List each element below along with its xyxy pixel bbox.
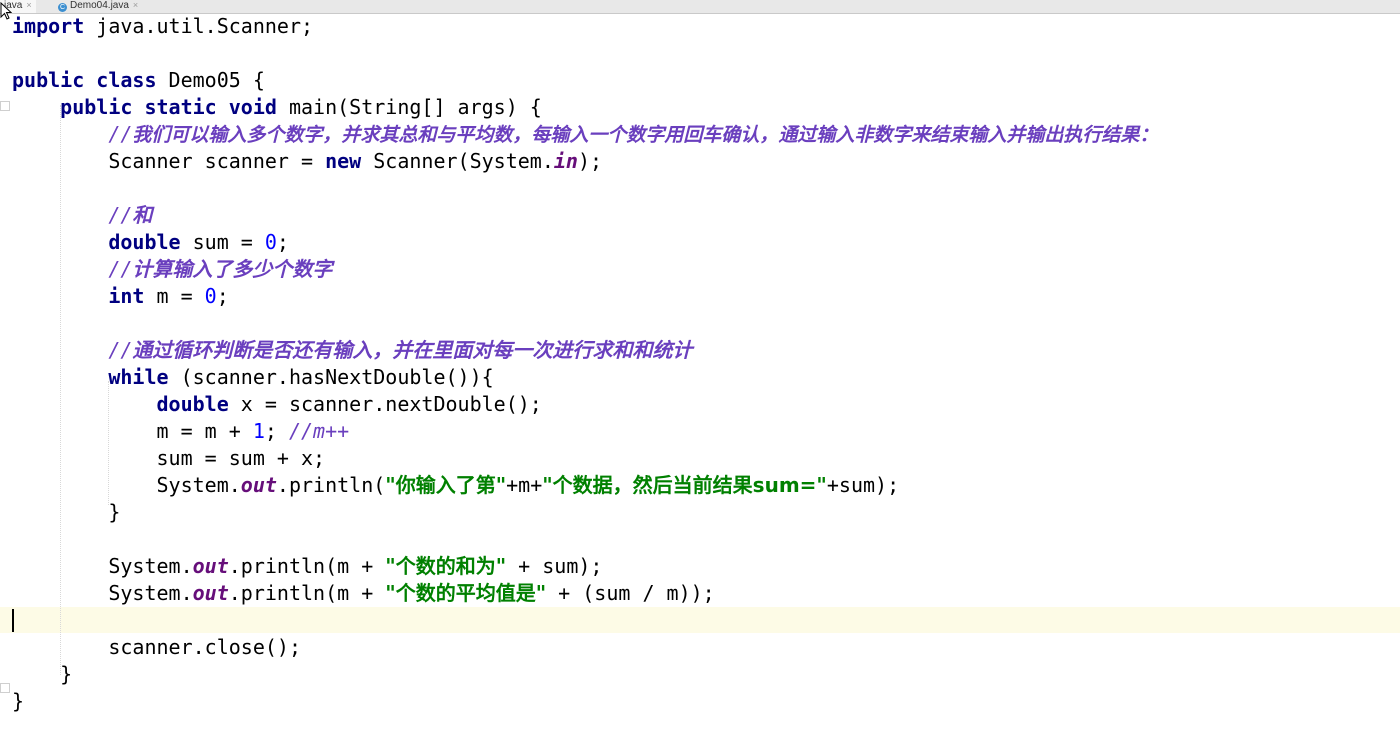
tab-close-icon[interactable]: × — [133, 0, 138, 10]
code-line-14[interactable]: while (scanner.hasNextDouble()){ — [12, 364, 493, 391]
code-line-24[interactable]: scanner.close(); — [12, 634, 301, 661]
tab-label: Demo04.java — [70, 0, 129, 11]
code-line-18[interactable]: System.out.println("你输入了第"+m+"个数据，然后当前结果… — [12, 472, 900, 499]
code-line-13-comment[interactable]: //通过循环判断是否还有输入，并在里面对每一次进行求和和统计 — [12, 337, 692, 364]
code-line-4[interactable]: public static void main(String[] args) { — [12, 94, 542, 121]
code-line-21[interactable]: System.out.println(m + "个数的和为" + sum); — [12, 553, 602, 580]
current-line-highlight — [0, 607, 1400, 633]
code-line-5-comment[interactable]: //我们可以输入多个数字，并求其总和与平均数，每输入一个数字用回车确认，通过输入… — [12, 121, 1158, 148]
text-caret — [12, 609, 14, 632]
code-line-8-comment[interactable]: //和 — [12, 202, 152, 229]
code-line-11[interactable]: int m = 0; — [12, 283, 228, 310]
tab-close-icon[interactable]: × — [26, 0, 31, 10]
fold-marker-icon[interactable] — [0, 683, 10, 693]
code-line-26[interactable]: } — [12, 688, 24, 715]
code-line-22[interactable]: System.out.println(m + "个数的平均值是" + (sum … — [12, 580, 714, 607]
code-line-6[interactable]: Scanner scanner = new Scanner(System.in)… — [12, 148, 602, 175]
code-line-16[interactable]: m = m + 1; //m++ — [12, 418, 350, 445]
editor-tab-bar: java × C Demo04.java × — [0, 0, 1400, 14]
code-line-9[interactable]: double sum = 0; — [12, 229, 289, 256]
code-line-19[interactable]: } — [12, 499, 120, 526]
tab-demo04[interactable]: C Demo04.java × — [54, 0, 142, 13]
code-line-10-comment[interactable]: //计算输入了多少个数字 — [12, 256, 332, 283]
fold-marker-icon[interactable] — [0, 101, 10, 111]
code-line-1[interactable]: import java.util.Scanner; — [12, 13, 313, 40]
code-editor[interactable]: import java.util.Scanner; public class D… — [0, 13, 1400, 755]
java-class-icon: C — [58, 3, 67, 12]
code-line-3[interactable]: public class Demo05 { — [12, 67, 265, 94]
code-line-17[interactable]: sum = sum + x; — [12, 445, 326, 472]
code-line-15[interactable]: double x = scanner.nextDouble(); — [12, 391, 542, 418]
code-line-25[interactable]: } — [12, 661, 72, 688]
